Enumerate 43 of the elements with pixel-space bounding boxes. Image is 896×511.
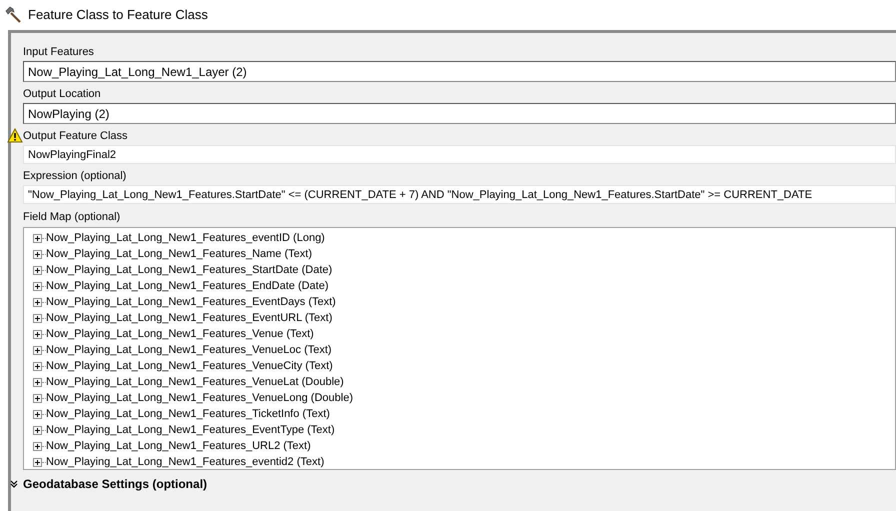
field-map-item[interactable]: Now_Playing_Lat_Long_New1_Features_URL2 (Text) <box>46 438 311 454</box>
chevron-down-icon <box>10 480 18 488</box>
input-field[interactable]: NowPlayingFinal2 <box>23 145 896 164</box>
parameter-label: Expression (optional) <box>23 169 126 183</box>
window-title: Feature Class to Feature Class <box>28 6 208 24</box>
field-map-item[interactable]: Now_Playing_Lat_Long_New1_Features_Venue (Text) <box>46 326 314 342</box>
section-toggle[interactable]: Geodatabase Settings (optional) <box>10 477 208 491</box>
field-map-item[interactable]: Now_Playing_Lat_Long_New1_Features_VenueLat (Double) <box>46 374 344 390</box>
field-map-item[interactable]: Now_Playing_Lat_Long_New1_Features_TicketInfo (Text) <box>46 406 330 422</box>
parameter-label: Input Features <box>23 45 94 59</box>
field-map-item[interactable]: Now_Playing_Lat_Long_New1_Features_eventID (Long) <box>46 230 325 246</box>
field-map-item[interactable]: Now_Playing_Lat_Long_New1_Features_EventType (Text) <box>46 422 335 438</box>
expand-icon[interactable] <box>33 234 42 242</box>
parameter-label: Output Feature Class <box>23 129 128 143</box>
field-map-label: Field Map (optional) <box>23 210 122 224</box>
input-field[interactable]: "Now_Playing_Lat_Long_New1_Features.StartDate" <= (CURRENT_DATE + 7) AND "Now_Playing_Lat_Long_New1_Features.StartDate" >= CURRENT_DATE <box>23 185 896 204</box>
expand-icon[interactable] <box>33 346 42 354</box>
field-map-item[interactable]: Now_Playing_Lat_Long_New1_Features_VenueLong (Double) <box>46 390 353 406</box>
field-map-item[interactable]: Now_Playing_Lat_Long_New1_Features_Name (Text) <box>46 246 312 262</box>
field-map-item[interactable]: Now_Playing_Lat_Long_New1_Features_VenueLoc (Text) <box>46 342 332 358</box>
expand-icon[interactable] <box>33 378 42 386</box>
expand-icon[interactable] <box>33 282 42 290</box>
expand-icon[interactable] <box>33 250 42 258</box>
expand-icon[interactable] <box>33 266 42 274</box>
expand-icon[interactable] <box>33 314 42 322</box>
input-field[interactable]: Now_Playing_Lat_Long_New1_Layer (2) <box>23 61 896 82</box>
field-map-item[interactable]: Now_Playing_Lat_Long_New1_Features_VenueCity (Text) <box>46 358 333 374</box>
field-map-item[interactable]: Now_Playing_Lat_Long_New1_Features_EndDate (Date) <box>46 278 329 294</box>
expand-icon[interactable] <box>33 458 42 466</box>
parameter-label: Output Location <box>23 87 101 101</box>
field-map-item[interactable]: Now_Playing_Lat_Long_New1_Features_StartDate (Date) <box>46 262 332 278</box>
field-map-item[interactable]: Now_Playing_Lat_Long_New1_Features_EventURL (Text) <box>46 310 332 326</box>
field-map-item[interactable]: Now_Playing_Lat_Long_New1_Features_eventid2 (Text) <box>46 454 324 470</box>
expand-icon[interactable] <box>33 394 42 402</box>
expand-icon[interactable] <box>33 410 42 418</box>
expand-icon[interactable] <box>33 330 42 338</box>
expand-icon[interactable] <box>33 442 42 450</box>
expand-icon[interactable] <box>33 298 42 306</box>
hammer-icon <box>4 6 22 24</box>
expand-icon[interactable] <box>33 362 42 370</box>
field-map-item[interactable]: Now_Playing_Lat_Long_New1_Features_EventDays (Text) <box>46 294 336 310</box>
expand-icon[interactable] <box>33 426 42 434</box>
input-field[interactable]: NowPlaying (2) <box>23 103 896 124</box>
